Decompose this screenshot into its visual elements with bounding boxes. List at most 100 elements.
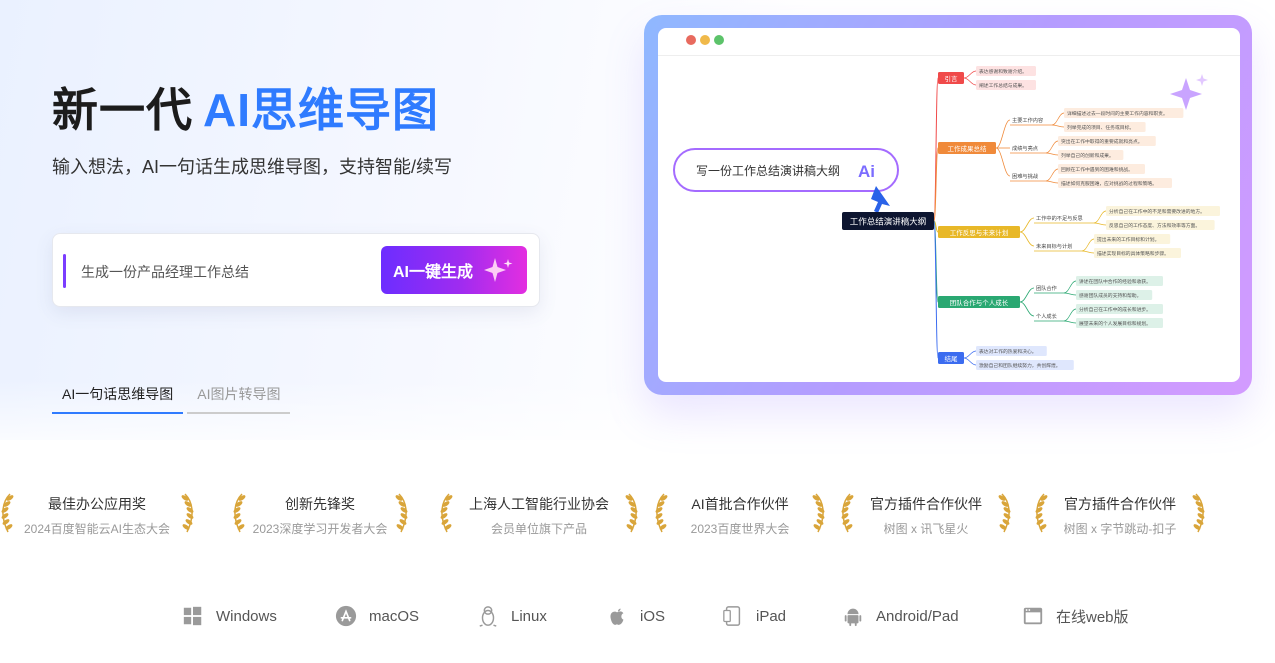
award-item: 创新先锋奖 2023深度学习开发者大会 [225, 490, 415, 540]
window-minimize-dot [700, 35, 710, 45]
mindmap-sub-label: 未来目标与计划 [1036, 242, 1072, 250]
award-title: AI首批合作伙伴 [691, 496, 789, 512]
window-close-dot [686, 35, 696, 45]
award-subtitle: 2023深度学习开发者大会 [252, 522, 388, 536]
award-subtitle: 树图 x 讯飞星火 [883, 522, 969, 536]
linux-icon [479, 606, 497, 627]
award-item: 上海人工智能行业协会 会员单位旗下产品 [440, 490, 638, 540]
mindmap-branch-label: 工作成果总结 [948, 144, 988, 153]
award-item: 最佳办公应用奖 2024百度智能云AI生态大会 [1, 490, 193, 540]
mindmap-sub-label: 主要工作内容 [1012, 116, 1043, 124]
mindmap-sub-label: 个人成长 [1036, 312, 1058, 320]
mindmap-leaf-label: 激励自己和团队继续努力，共创辉煌。 [979, 362, 1061, 369]
award-item: 官方插件合作伙伴 树图 x 讯飞星火 [831, 490, 1021, 540]
mindmap-leaf-label: 讲述在团队中合作的经验和收获。 [1079, 278, 1151, 285]
laurel-left-icon [1, 493, 13, 533]
laurel-right-icon [812, 493, 825, 533]
prompt-cursor-bar [63, 254, 66, 288]
award-title: 创新先锋奖 [285, 496, 355, 512]
mindmap-sub-label: 团队合作 [1036, 284, 1057, 292]
mindmap-leaf-label: 描述如何克服困难，应对挑战的过程和策略。 [1061, 180, 1157, 187]
mindmap-branch-label: 结尾 [945, 354, 959, 363]
mindmap-root-node: 工作总结演讲稿大纲 [842, 212, 934, 230]
mindmap-leaf-label: 提出未来的工作目标和计划。 [1097, 236, 1159, 243]
tab-ai-sentence-mindmap[interactable]: AI一句话思维导图 [52, 382, 184, 414]
award-subtitle: 会员单位旗下产品 [490, 522, 587, 536]
award-item: AI首批合作伙伴 2023百度世界大会 [645, 490, 835, 540]
laurel-left-icon [440, 493, 453, 533]
award-item: 官方插件合作伙伴 树图 x 字节跳动-扣子 [1025, 490, 1215, 540]
mindmap-branch: 工作成果总结 主要工作内容 详细描述过去一段时间的主要工作内容和职责。列举完成的项目… [933, 108, 1184, 222]
award-title: 官方插件合作伙伴 [870, 496, 982, 512]
platform-web[interactable]: 在线web版 [1022, 604, 1129, 628]
mindmap-branch-label: 工作反思与未来计划 [950, 228, 1009, 237]
platform-label: Windows [216, 607, 277, 625]
mindmap-sub-label: 困难与挑战 [1012, 172, 1039, 180]
ai-generate-label: AI一键生成 [393, 264, 474, 281]
award-subtitle: 2024百度智能云AI生态大会 [23, 522, 171, 536]
platform-macos[interactable]: macOS [335, 604, 419, 628]
mindmap-leaf-label: 突出在工作中取得的重要成就和亮点。 [1061, 138, 1143, 145]
tab-ai-image-to-mindmap[interactable]: AI图片转导图 [187, 382, 291, 414]
mindmap-branch-label: 团队合作与个人成长 [950, 298, 1009, 307]
award-title: 上海人工智能行业协会 [469, 496, 609, 512]
mindmap-branch: 工作反思与未来计划 工作中的不足与反思 分析自己在工作中的不足和需要改进的地方。反思… [933, 206, 1220, 258]
platform-windows[interactable]: Windows [182, 604, 277, 628]
window-maximize-dot [714, 35, 724, 45]
platform-label: Linux [511, 607, 547, 625]
laurel-right-icon [998, 493, 1011, 533]
prompt-input[interactable]: 生成一份产品经理工作总结 [81, 262, 249, 282]
platform-downloads: Windows macOS Linux iOS iPad Android/Pad 在线web… [0, 604, 1275, 632]
mindmap-leaf-label: 表达感谢和致谢介绍。 [979, 68, 1027, 75]
platform-label: iPad [756, 607, 787, 625]
mindmap-leaf-label: 详细描述过去一段时间的主要工作内容和职责。 [1067, 110, 1168, 117]
page-title: 新一代 AI思维导图 [52, 74, 439, 140]
platform-android-pad[interactable]: Android/Pad [842, 604, 959, 628]
tablet-icon [723, 606, 741, 626]
award-title: 官方插件合作伙伴 [1064, 496, 1176, 512]
mindmap-leaf-label: 展望未来的个人发展目标和规划。 [1079, 320, 1151, 327]
mindmap-preview-window: 写一份工作总结演讲稿大纲 Ai 工作总结演讲稿大纲 引言 表达感谢和致谢介绍。 阐述工作总… [658, 28, 1240, 382]
laurel-right-icon [625, 493, 638, 533]
mindmap-leaf-label: 分析自己在工作中的不足和需要改进的地方。 [1109, 208, 1205, 215]
mindmap-preview-frame: 写一份工作总结演讲稿大纲 Ai 工作总结演讲稿大纲 引言 表达感谢和致谢介绍。 阐述工作总… [644, 15, 1252, 395]
mindmap-leaf-label: 列举完成的项目、任务或目标。 [1067, 124, 1134, 131]
sparkle-icon [1170, 74, 1208, 110]
sparkle-icon [484, 258, 513, 282]
mindmap-sub-label: 工作中的不足与反思 [1036, 214, 1083, 222]
laurel-left-icon [1035, 493, 1048, 533]
laurel-left-icon [233, 493, 245, 533]
title-prefix: 新一代 [52, 84, 193, 136]
windows-icon [183, 606, 202, 626]
mindmap-prompt-text: 写一份工作总结演讲稿大纲 [696, 163, 840, 178]
award-title: 最佳办公应用奖 [48, 496, 146, 512]
mindmap-leaf-label: 阐述工作总结与成果。 [979, 82, 1027, 89]
laurel-right-icon [1192, 493, 1205, 533]
laurel-left-icon [655, 493, 668, 533]
laurel-left-icon [841, 493, 854, 533]
page-subtitle: 输入想法，AI一句话生成思维导图，支持智能/续写 [52, 157, 453, 177]
platform-linux[interactable]: Linux [477, 604, 547, 628]
apple-icon [610, 608, 624, 625]
title-accent: AI思维导图 [203, 84, 439, 136]
mindmap-prompt-pill: 写一份工作总结演讲稿大纲 Ai [673, 148, 899, 213]
ai-badge-text: Ai [858, 162, 875, 181]
appstore-icon [335, 605, 357, 627]
mindmap-leaf-label: 回顾在工作中遇到的困难和挑战。 [1061, 166, 1133, 173]
android-icon [844, 608, 862, 627]
ai-generate-button[interactable]: AI一键生成 [381, 246, 527, 294]
mode-tabs: AI一句话思维导图 AI图片转导图 [52, 382, 291, 414]
platform-label: iOS [640, 607, 666, 625]
platform-ios[interactable]: iOS [606, 604, 665, 628]
award-subtitle: 2023百度世界大会 [690, 522, 790, 536]
platform-label: macOS [369, 607, 420, 625]
mindmap-canvas: 写一份工作总结演讲稿大纲 Ai 工作总结演讲稿大纲 引言 表达感谢和致谢介绍。阐述工作总… [673, 66, 1220, 370]
mindmap-branch-label: 引言 [945, 74, 959, 83]
platform-label: Android/Pad [876, 607, 959, 625]
mindmap-leaf-label: 反思自己的工作态度、方法和效率等方面。 [1109, 222, 1200, 229]
award-subtitle: 树图 x 字节跳动-扣子 [1063, 522, 1177, 536]
browser-icon [1023, 607, 1043, 625]
mindmap-leaf-label: 分析自己在工作中的成长和进步。 [1079, 306, 1151, 313]
mindmap-leaf-label: 描述实现目标的具体策略和步骤。 [1097, 250, 1169, 257]
platform-ipad[interactable]: iPad [722, 604, 786, 628]
